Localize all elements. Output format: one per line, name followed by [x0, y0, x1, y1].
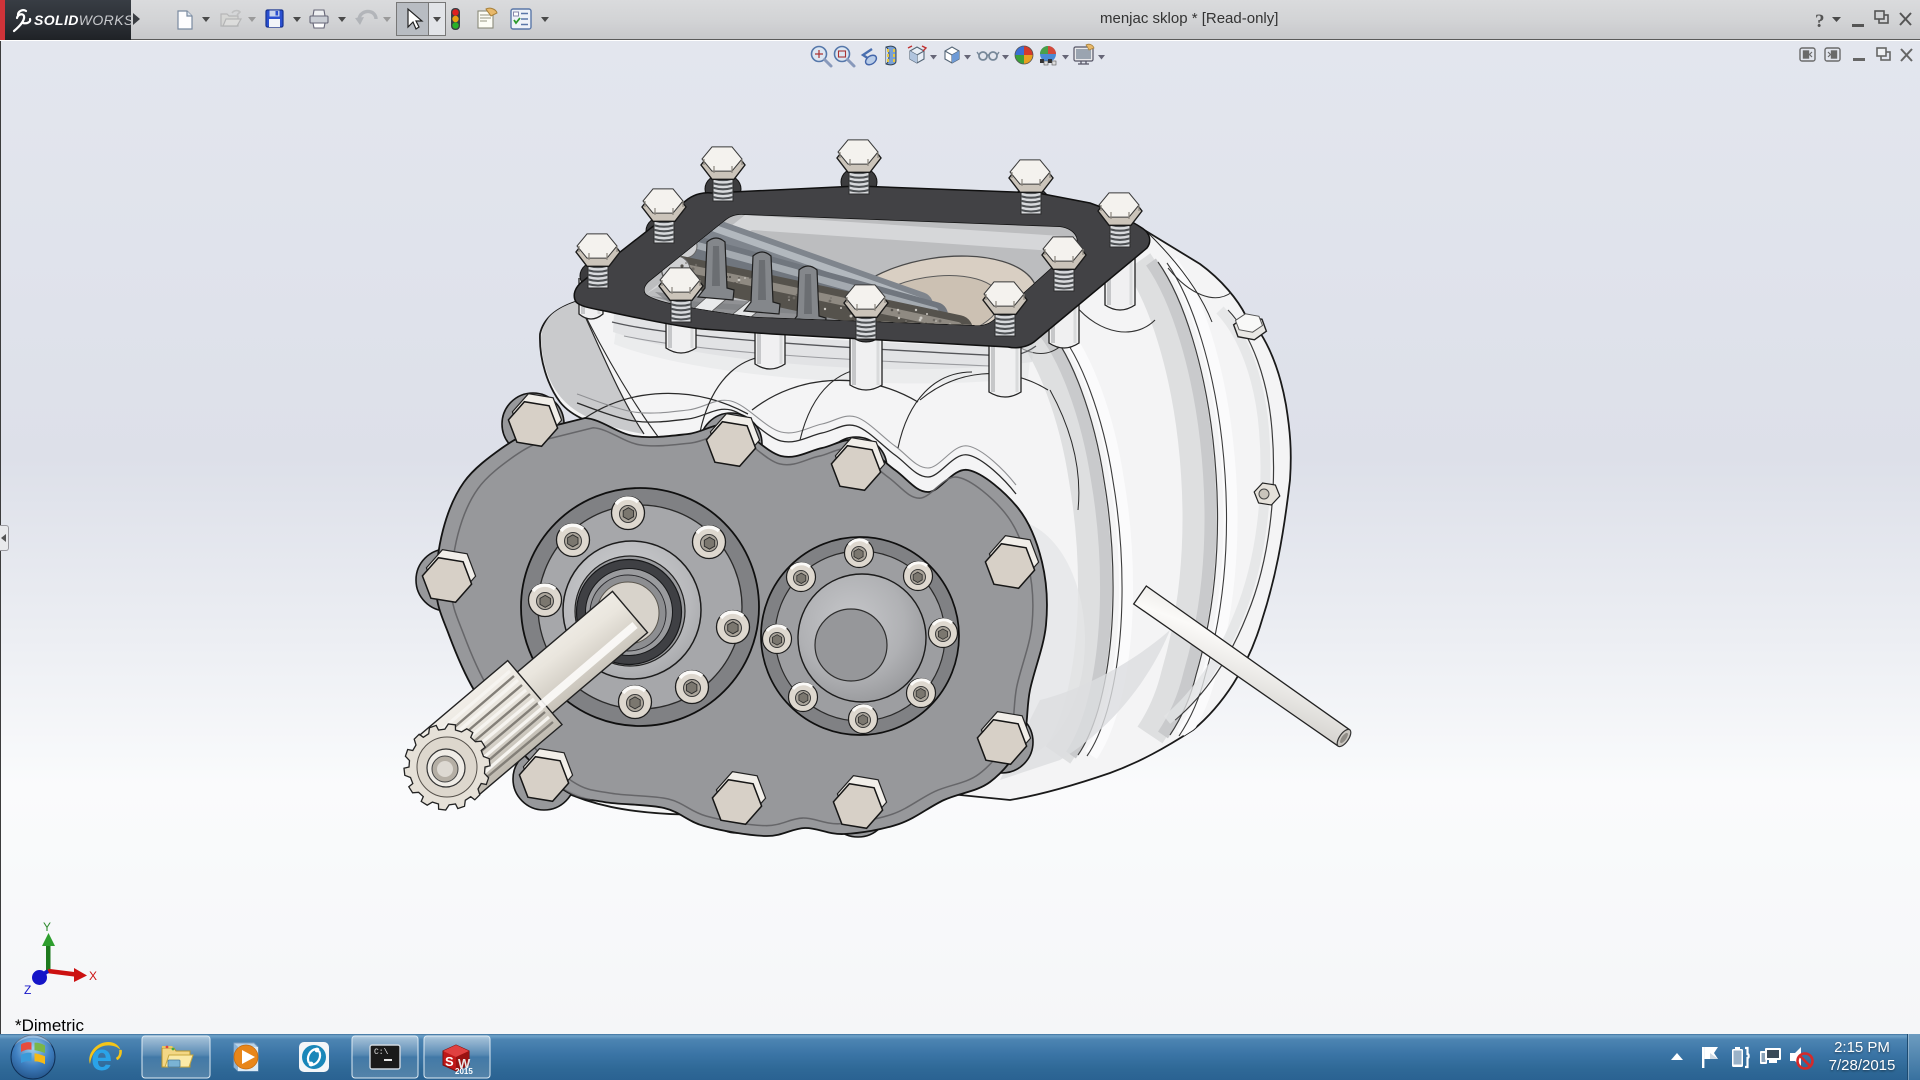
- svg-text:Z: Z: [24, 983, 31, 997]
- svg-text:S: S: [445, 1054, 454, 1069]
- svg-text:X: X: [89, 969, 97, 983]
- svg-text:C:\: C:\: [374, 1048, 389, 1057]
- svg-text:Y: Y: [43, 920, 51, 934]
- svg-text:2015: 2015: [455, 1067, 473, 1076]
- svg-text:?: ?: [1815, 11, 1825, 32]
